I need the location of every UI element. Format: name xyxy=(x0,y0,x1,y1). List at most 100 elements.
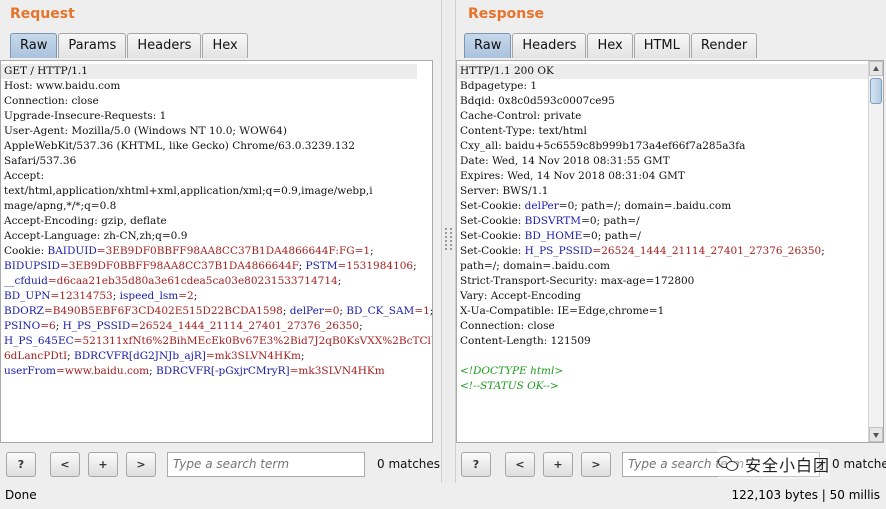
scrollbar-thumb[interactable] xyxy=(870,78,882,104)
code-token: Bdpagetype: 1 xyxy=(460,80,537,92)
code-line: Vary: Accept-Encoding xyxy=(460,289,873,304)
response-size-timing: 122,103 bytes | 50 millis xyxy=(731,488,880,502)
code-token: ; xyxy=(112,290,120,302)
code-token: =B490B5EBF6F3CD402E515D22BCDA1598 xyxy=(43,305,283,317)
code-token: ; xyxy=(301,350,305,362)
response-text-editor[interactable]: HTTP/1.1 200 OK Bdpagetype: 1 Bdqid: 0x8c0… xyxy=(456,60,884,443)
tab-hex[interactable]: Hex xyxy=(202,33,248,58)
code-line: Cxy_all: baidu+5c6559c8b999b173a4ef66f7a… xyxy=(460,139,873,154)
wechat-icon xyxy=(718,455,740,473)
code-line: Safari/537.36 xyxy=(4,154,432,169)
code-line: Set-Cookie: BDSVRTM=0; path=/ xyxy=(460,214,873,229)
request-tabs: Raw Params Headers Hex xyxy=(10,33,249,58)
request-title: Request xyxy=(10,6,75,22)
response-panel: Response Raw Headers Hex HTML Render HTT… xyxy=(456,0,886,483)
code-token: =3EB9DF0BBFF98AA8CC37B1DA4866644F:FG=1 xyxy=(96,245,371,257)
tab-raw[interactable]: Raw xyxy=(464,33,512,58)
tab-raw[interactable]: Raw xyxy=(10,33,58,58)
code-token: GET / HTTP/1.1 xyxy=(4,65,88,77)
code-token: =mk3SLVN4HKm xyxy=(205,350,302,362)
code-token: =d6caa21eb35d80a3e61cdea5ca03e8023153371… xyxy=(47,275,338,287)
previous-match-button[interactable]: < xyxy=(505,451,535,477)
tab-headers[interactable]: Headers xyxy=(512,33,587,58)
code-line: Cookie: BAIDUID=3EB9DF0BBFF98AA8CC37B1DA… xyxy=(4,244,432,259)
help-button[interactable]: ? xyxy=(461,451,491,477)
code-line: BD_UPN=12314753; ispeed_lsm=2; xyxy=(4,289,432,304)
response-tabs: Raw Headers Hex HTML Render xyxy=(464,33,758,58)
code-token: =521311xfNt6%2BihMEcEk0Bv67E3%2Bid7J2qB0… xyxy=(73,335,433,347)
panel-splitter[interactable] xyxy=(441,0,456,483)
code-line: Content-Type: text/html xyxy=(460,124,873,139)
code-token: mage/apng,*/*;q=0.8 xyxy=(4,200,117,212)
code-token: ; xyxy=(282,305,290,317)
next-match-button[interactable]: > xyxy=(581,451,611,477)
code-token: Date: Wed, 14 Nov 2018 08:31:55 GMT xyxy=(460,155,670,167)
code-line: Set-Cookie: H_PS_PSSID=26524_1444_21114_… xyxy=(460,244,873,259)
code-token: Cookie: xyxy=(4,245,48,257)
code-token: ; xyxy=(193,290,198,302)
code-token: =mk3SLVN4HKm xyxy=(289,365,385,377)
splitter-grip-icon[interactable] xyxy=(445,228,452,250)
code-token: =2 xyxy=(178,290,194,302)
search-options-button[interactable]: + xyxy=(88,451,118,477)
previous-match-button[interactable]: < xyxy=(50,451,80,477)
code-token: =0; path=/ xyxy=(581,215,640,227)
tab-params[interactable]: Params xyxy=(58,33,127,58)
code-token: Bdqid: 0x8c0d593c0007ce95 xyxy=(460,95,615,107)
code-token: =1531984106 xyxy=(337,260,414,272)
code-token: ; xyxy=(67,350,75,362)
tab-headers[interactable]: Headers xyxy=(127,33,202,58)
tab-html[interactable]: HTML xyxy=(633,33,690,58)
scroll-down-icon[interactable] xyxy=(869,427,883,442)
code-token: H_PS_PSSID xyxy=(524,245,593,257)
code-token: =0; path=/; domain=.baidu.com xyxy=(558,200,732,212)
code-line: Bdpagetype: 1 xyxy=(460,79,873,94)
search-input[interactable] xyxy=(167,451,365,477)
code-token: Connection: close xyxy=(460,320,555,332)
code-line: PSINO=6; H_PS_PSSID=26524_1444_21114_274… xyxy=(4,319,432,334)
code-token: Host: www.baidu.com xyxy=(4,80,121,92)
request-text-editor[interactable]: GET / HTTP/1.1 Host: www.baidu.com Connect… xyxy=(0,60,433,443)
code-token: Vary: Accept-Encoding xyxy=(460,290,581,302)
code-token: <!--STATUS OK--> xyxy=(460,380,559,392)
vertical-scrollbar[interactable] xyxy=(868,61,883,442)
code-line: 6dLancPDtI; BDRCVFR[dG2JNJb_ajR]=mk3SLVN… xyxy=(4,349,432,364)
code-line: path=/; domain=.baidu.com xyxy=(460,259,873,274)
code-line: Connection: close xyxy=(460,319,873,334)
response-title: Response xyxy=(468,6,545,22)
code-line: HTTP/1.1 200 OK xyxy=(457,64,873,79)
code-line: Strict-Transport-Security: max-age=17280… xyxy=(460,274,873,289)
code-token: Set-Cookie: xyxy=(460,200,525,212)
code-token: Content-Type: text/html xyxy=(460,125,587,137)
code-token: Cache-Control: private xyxy=(460,110,582,122)
code-token: H_PS_645EC xyxy=(4,335,74,347)
code-token: BDRCVFR[-pGxjrCMryR] xyxy=(156,365,290,377)
code-token: ; xyxy=(149,365,157,377)
search-options-button[interactable]: + xyxy=(543,451,573,477)
code-token: ; xyxy=(413,260,417,272)
code-token: userFrom xyxy=(4,365,56,377)
code-token: Safari/537.36 xyxy=(4,155,77,167)
code-token: BDRCVFR[dG2JNJb_ajR] xyxy=(74,350,206,362)
code-token: =0; path=/ xyxy=(582,230,641,242)
code-token: AppleWebKit/537.36 (KHTML, like Gecko) C… xyxy=(4,140,355,152)
code-token: H_PS_PSSID xyxy=(62,320,131,332)
code-line: BDORZ=B490B5EBF6F3CD402E515D22BCDA1598; … xyxy=(4,304,432,319)
next-match-button[interactable]: > xyxy=(126,451,156,477)
code-token: <!DOCTYPE html> xyxy=(460,365,564,377)
code-line: Server: BWS/1.1 xyxy=(460,184,873,199)
request-raw-text: GET / HTTP/1.1 Host: www.baidu.com Connect… xyxy=(1,64,433,379)
code-token: =12314753 xyxy=(50,290,113,302)
code-token: X-Ua-Compatible: IE=Edge,chrome=1 xyxy=(460,305,665,317)
code-line: <!DOCTYPE html> xyxy=(460,364,873,379)
code-line: Upgrade-Insecure-Requests: 1 xyxy=(4,109,432,124)
response-raw-text: HTTP/1.1 200 OK Bdpagetype: 1 Bdqid: 0x8c0… xyxy=(457,64,873,394)
code-line: Connection: close xyxy=(4,94,432,109)
help-button[interactable]: ? xyxy=(6,451,36,477)
tab-hex[interactable]: Hex xyxy=(587,33,633,58)
code-line: userFrom=www.baidu.com; BDRCVFR[-pGxjrCM… xyxy=(4,364,432,379)
tab-render[interactable]: Render xyxy=(690,33,758,58)
scroll-up-icon[interactable] xyxy=(869,61,883,76)
code-token: BD_UPN xyxy=(4,290,51,302)
